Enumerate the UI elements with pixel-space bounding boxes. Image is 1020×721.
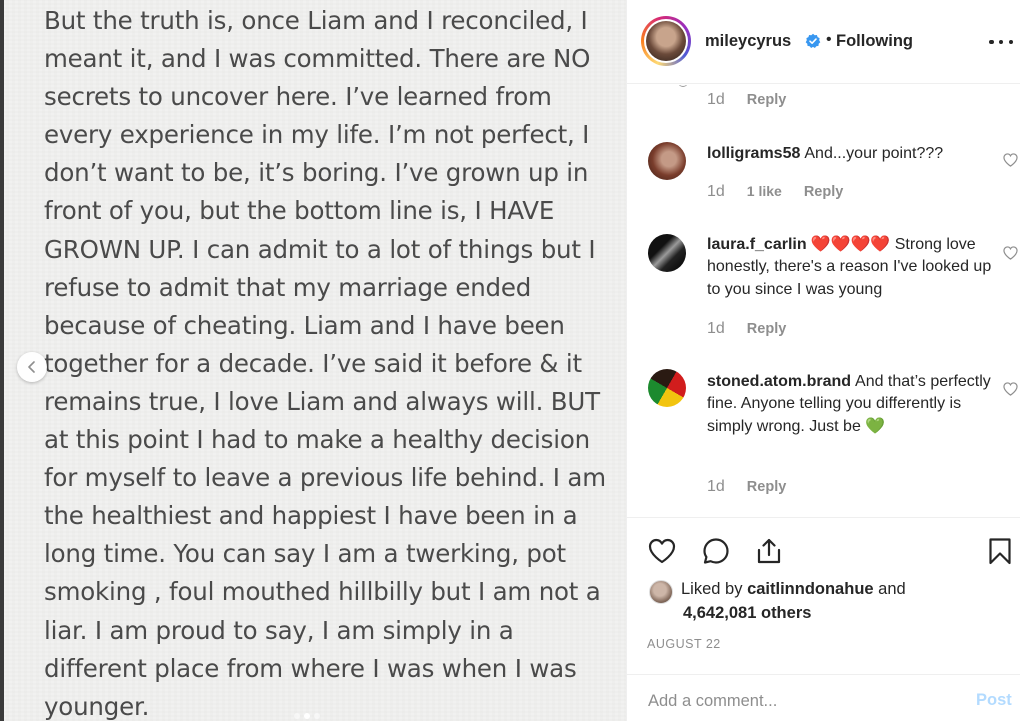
- post-actions: Liked by caitlinndonahue and 4,642,081 o…: [627, 517, 1020, 721]
- liked-by-avatar[interactable]: [649, 580, 673, 604]
- share-icon[interactable]: [754, 536, 784, 566]
- more-dot: [989, 39, 994, 45]
- carousel-dot: [314, 713, 320, 719]
- comment-item: stoned.atom.brand And that’s perfectly fi…: [707, 371, 995, 438]
- comment-likes[interactable]: 1 like: [747, 183, 782, 199]
- liked-by-line: Liked by caitlinndonahue and: [681, 580, 906, 599]
- comment-icon[interactable]: [701, 536, 731, 566]
- commenter-avatar[interactable]: [648, 369, 686, 407]
- add-comment-input[interactable]: [648, 689, 948, 713]
- more-options-icon[interactable]: [989, 36, 1013, 48]
- comment-meta: 1d 1 like Reply: [707, 183, 843, 201]
- post-comment-button[interactable]: Post: [976, 691, 1012, 710]
- comment-item: laura.f_carlin ❤️❤️❤️❤️ Strong love hones…: [707, 234, 995, 301]
- more-dot: [1008, 39, 1013, 45]
- comment-time: 1d: [707, 183, 725, 200]
- verified-badge-icon: [805, 33, 821, 48]
- heart-icon[interactable]: [647, 536, 677, 566]
- post-side-panel: mileycyrus • Following 1d Reply lolligra…: [626, 0, 1020, 721]
- comment-item: lolligrams58 And...your point???: [707, 143, 995, 165]
- post-image-text: But the truth is, once Liam and I reconc…: [44, 6, 606, 721]
- reply-button[interactable]: Reply: [747, 321, 787, 337]
- previous-slide-button[interactable]: [17, 352, 47, 382]
- reply-button[interactable]: Reply: [747, 92, 787, 108]
- commenter-username[interactable]: stoned.atom.brand: [707, 373, 851, 390]
- bookmark-icon[interactable]: [985, 536, 1015, 566]
- comment-time: 1d: [707, 478, 725, 495]
- liked-by-and: and: [878, 580, 906, 598]
- liked-by-user[interactable]: caitlinndonahue: [747, 580, 874, 598]
- carousel-dots: [294, 713, 320, 719]
- partial-avatar-edge: [678, 85, 688, 87]
- likes-count-link[interactable]: 4,642,081 others: [683, 604, 811, 623]
- comment-text: And...your point???: [804, 145, 944, 162]
- avatar-ring-inner: [644, 19, 688, 63]
- reply-button[interactable]: Reply: [804, 184, 844, 200]
- comment-like-icon[interactable]: [1003, 153, 1018, 167]
- more-dot: [998, 39, 1004, 45]
- comment-like-icon[interactable]: [1003, 246, 1018, 260]
- comment-meta: 1d Reply: [707, 320, 786, 338]
- commenter-avatar[interactable]: [648, 142, 686, 180]
- following-button[interactable]: Following: [836, 32, 913, 51]
- add-comment-bar: Post: [627, 674, 1020, 721]
- reply-button[interactable]: Reply: [747, 479, 787, 495]
- commenter-username[interactable]: lolligrams58: [707, 145, 800, 162]
- post-image: But the truth is, once Liam and I reconc…: [0, 0, 626, 721]
- comment-time: 1d: [707, 320, 725, 337]
- commenter-username[interactable]: laura.f_carlin: [707, 236, 807, 253]
- comments-list[interactable]: 1d Reply lolligrams58 And...your point???…: [627, 85, 1020, 517]
- post-header: mileycyrus • Following: [627, 0, 1020, 84]
- comment-time: 1d: [707, 91, 725, 108]
- author-username[interactable]: mileycyrus: [705, 32, 791, 51]
- author-avatar-photo: [646, 21, 686, 61]
- carousel-dot-active: [304, 713, 310, 719]
- carousel-dot: [294, 713, 300, 719]
- comment-meta: 1d Reply: [707, 478, 786, 496]
- header-separator: •: [826, 31, 832, 48]
- commenter-avatar[interactable]: [648, 234, 686, 272]
- post-date[interactable]: AUGUST 22: [647, 637, 721, 651]
- liked-by-prefix: Liked by: [681, 580, 743, 598]
- author-avatar[interactable]: [641, 16, 691, 66]
- comment-like-icon[interactable]: [1003, 382, 1018, 396]
- image-edge: [0, 0, 4, 721]
- comment-meta: 1d Reply: [707, 91, 786, 109]
- chevron-left-icon: [28, 361, 35, 373]
